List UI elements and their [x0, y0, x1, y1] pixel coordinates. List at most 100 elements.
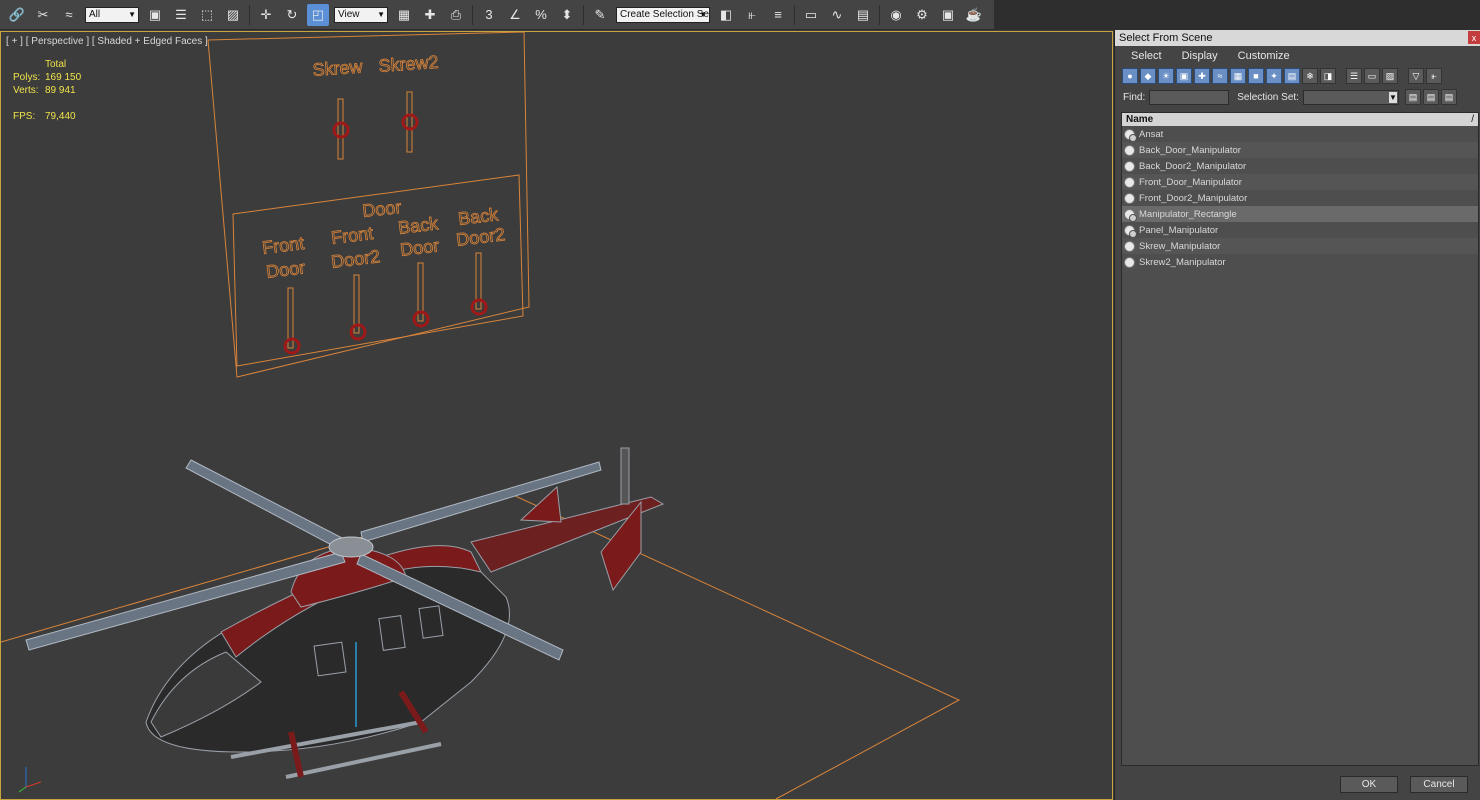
front-door2-slider[interactable]	[349, 274, 367, 341]
remove-selection-set-icon[interactable]: ▤	[1440, 89, 1457, 105]
display-xrefs-icon[interactable]: ■	[1248, 68, 1264, 84]
create-selection-set-icon[interactable]: ▤	[1404, 89, 1421, 105]
move-icon[interactable]: ✛	[255, 4, 277, 26]
chevron-down-icon: ▼	[377, 9, 385, 19]
snap-toggle-icon[interactable]: 3	[478, 4, 500, 26]
find-label: Find:	[1123, 91, 1146, 103]
align-icon[interactable]: ⫦	[741, 4, 763, 26]
angle-snap-icon[interactable]: ∠	[504, 4, 526, 26]
name-column-header[interactable]: Name /	[1122, 113, 1478, 126]
list-item[interactable]: Manipulator_Rectangle	[1122, 206, 1478, 222]
close-button[interactable]: x	[1468, 31, 1480, 44]
selection-set-dropdown[interactable]: ▼	[1302, 89, 1399, 105]
front-door2-label-line2: Door2	[330, 246, 381, 272]
select-by-name-icon[interactable]: ☰	[170, 4, 192, 26]
display-groups-icon[interactable]: ▦	[1230, 68, 1246, 84]
display-helpers-icon[interactable]: ✚	[1194, 68, 1210, 84]
ok-button[interactable]: OK	[1340, 775, 1398, 793]
dialog-find-row: Find: Selection Set: ▼ ▤ ▤ ▤	[1115, 86, 1480, 108]
render-setup-icon[interactable]: ⚙	[911, 4, 933, 26]
list-item[interactable]: Front_Door_Manipulator	[1122, 174, 1478, 190]
viewport-label[interactable]: [ + ] [ Perspective ] [ Shaded + Edged F…	[6, 36, 208, 47]
select-manipulate-icon[interactable]: ✚	[419, 4, 441, 26]
toolbar-divider	[583, 4, 584, 25]
back-door-slider[interactable]	[412, 262, 430, 328]
toolbar-divider	[249, 4, 250, 25]
filter-icon[interactable]: ▽	[1408, 68, 1424, 84]
select-invert-icon[interactable]: ▨	[1382, 68, 1398, 84]
layer-explorer-icon[interactable]: ≡	[767, 4, 789, 26]
stats-polys-label: Polys:	[13, 72, 41, 83]
display-cameras-icon[interactable]: ▣	[1176, 68, 1192, 84]
selection-filter-dropdown[interactable]: All ▼	[85, 6, 139, 23]
front-door-label-line2: Door	[265, 257, 306, 282]
named-selection-set-dropdown[interactable]: Create Selection Se ▼	[616, 6, 710, 23]
percent-snap-icon[interactable]: %	[530, 4, 552, 26]
front-door-slider[interactable]	[283, 287, 301, 355]
selection-set-label: Selection Set:	[1237, 91, 1299, 103]
keyboard-shortcut-icon[interactable]: ⎙	[445, 4, 467, 26]
render-teapot-icon[interactable]: ☕	[963, 4, 985, 26]
material-editor-icon[interactable]: ◉	[885, 4, 907, 26]
display-lights-icon[interactable]: ☀	[1158, 68, 1174, 84]
dialog-menu-bar: Select Display Customize	[1115, 46, 1480, 66]
group-icon	[1124, 208, 1137, 222]
back-door2-slider[interactable]	[470, 252, 488, 316]
select-object-icon[interactable]: ▣	[144, 4, 166, 26]
group-icon	[1124, 224, 1137, 238]
display-space-warps-icon[interactable]: ≈	[1212, 68, 1228, 84]
rotate-icon[interactable]: ↻	[281, 4, 303, 26]
schematic-view-icon[interactable]: ▤	[852, 4, 874, 26]
rendered-frame-icon[interactable]: ▣	[937, 4, 959, 26]
edit-named-selection-icon[interactable]: ✎	[589, 4, 611, 26]
hierarchy-icon[interactable]: ⫦	[1426, 68, 1442, 84]
dialog-footer: OK Cancel	[1115, 768, 1480, 800]
skrew2-slider[interactable]	[401, 91, 419, 153]
unlink-icon[interactable]: ✂	[32, 4, 54, 26]
list-item[interactable]: Skrew2_Manipulator	[1122, 254, 1478, 270]
list-item[interactable]: Panel_Manipulator	[1122, 222, 1478, 238]
scale-icon[interactable]: ◰	[307, 3, 329, 26]
ribbon-toggle-icon[interactable]: ▭	[800, 4, 822, 26]
object-icon	[1124, 176, 1135, 188]
bind-space-warp-icon[interactable]: ≈	[58, 4, 80, 26]
dialog-title-bar[interactable]: Select From Scene x	[1115, 30, 1480, 46]
menu-select[interactable]: Select	[1131, 50, 1162, 62]
display-shapes-icon[interactable]: ◆	[1140, 68, 1156, 84]
window-crossing-icon[interactable]: ▨	[222, 4, 244, 26]
edit-selection-set-icon[interactable]: ▤	[1422, 89, 1439, 105]
link-icon[interactable]: 🔗	[6, 4, 28, 26]
list-item[interactable]: Back_Door_Manipulator	[1122, 142, 1478, 158]
list-item[interactable]: Skrew_Manipulator	[1122, 238, 1478, 254]
menu-customize[interactable]: Customize	[1238, 50, 1290, 62]
group-icon	[1124, 128, 1137, 142]
mirror-icon[interactable]: ◧	[715, 4, 737, 26]
find-input[interactable]	[1149, 89, 1230, 105]
display-containers-icon[interactable]: ▤	[1284, 68, 1300, 84]
list-item[interactable]: Front_Door2_Manipulator	[1122, 190, 1478, 206]
toolbar-divider	[879, 4, 880, 25]
object-icon	[1124, 144, 1135, 156]
stats-polys-value: 169 150	[45, 72, 82, 83]
skrew-slider[interactable]	[332, 98, 350, 160]
scene-object-list[interactable]: Name / Ansat Back_Door_Manipulator Back_…	[1121, 112, 1479, 766]
menu-display[interactable]: Display	[1182, 50, 1218, 62]
helicopter-model[interactable]	[25, 447, 665, 779]
select-none-icon[interactable]: ▭	[1364, 68, 1380, 84]
list-item[interactable]: Ansat	[1122, 126, 1478, 142]
toolbar-divider	[472, 4, 473, 25]
spinner-snap-icon[interactable]: ⬍	[556, 4, 578, 26]
curve-editor-icon[interactable]: ∿	[826, 4, 848, 26]
display-frozen-icon[interactable]: ❄	[1302, 68, 1318, 84]
select-all-icon[interactable]: ☰	[1346, 68, 1362, 84]
perspective-viewport[interactable]: Skrew Skrew2 Door Front Door Front Door2…	[0, 31, 1113, 800]
display-geometry-icon[interactable]: ●	[1122, 68, 1138, 84]
toolbar-divider	[794, 4, 795, 25]
pivot-center-icon[interactable]: ▦	[393, 4, 415, 26]
display-bones-icon[interactable]: ✦	[1266, 68, 1282, 84]
cancel-button[interactable]: Cancel	[1410, 775, 1468, 793]
list-item[interactable]: Back_Door2_Manipulator	[1122, 158, 1478, 174]
display-hidden-icon[interactable]: ◨	[1320, 68, 1336, 84]
reference-coordinate-dropdown[interactable]: View ▼	[334, 6, 388, 23]
rectangular-selection-icon[interactable]: ⬚	[196, 4, 218, 26]
